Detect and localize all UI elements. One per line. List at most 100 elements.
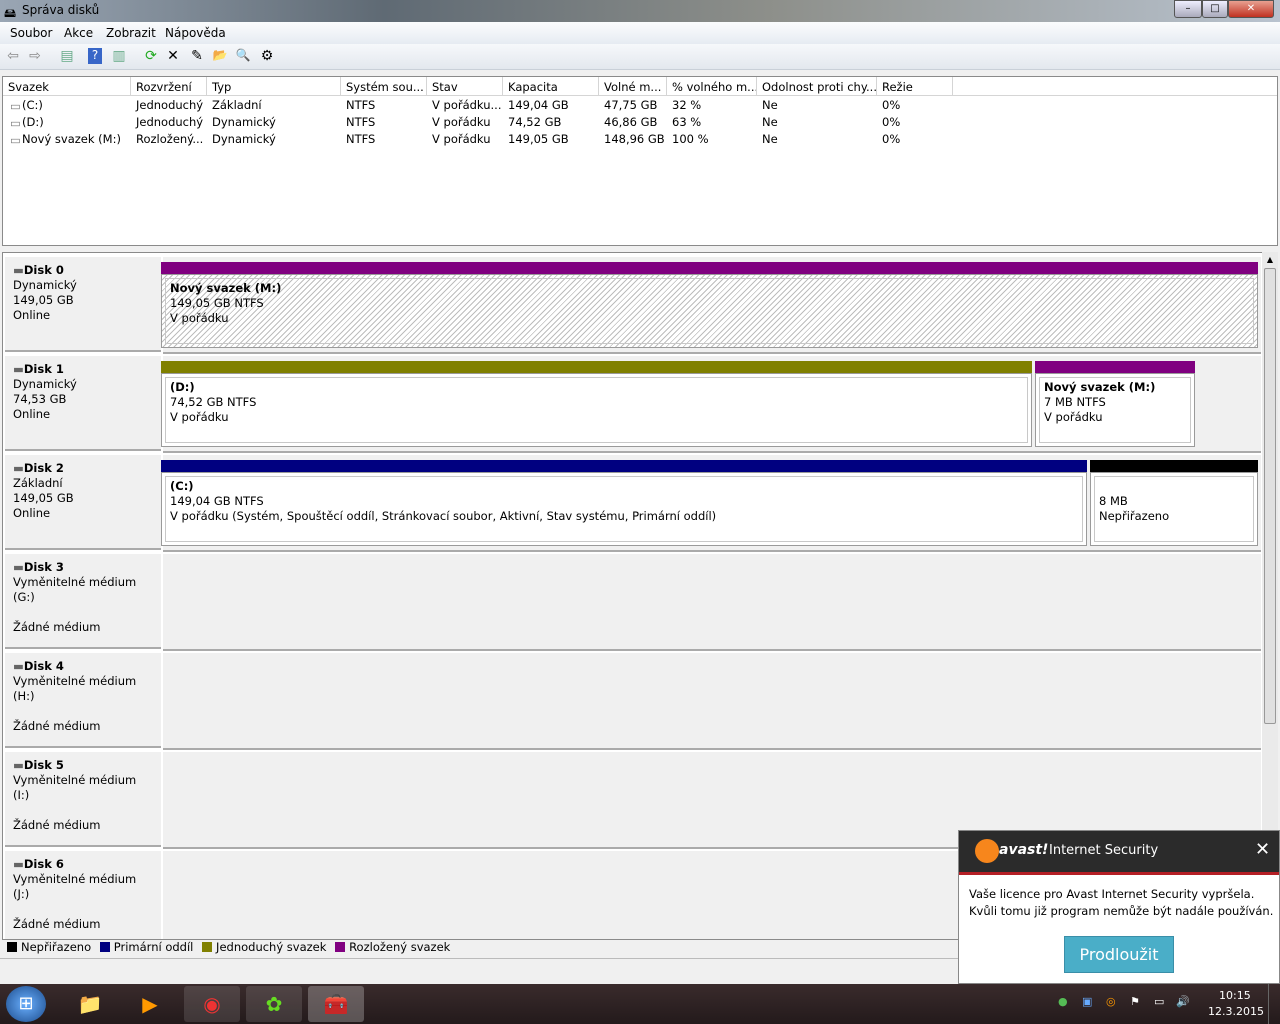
volume-cell: Základní — [212, 98, 262, 112]
column-header-stav[interactable]: Stav — [427, 77, 503, 96]
show-hide-console-tree-icon[interactable]: ▤ — [58, 48, 76, 64]
disk-label-1[interactable]: ▬Disk 1 Dynamický 74,53 GB Online — [5, 356, 161, 451]
start-button[interactable]: ⊞ — [6, 986, 46, 1022]
volume-name[interactable]: (C:) — [17, 98, 43, 112]
open-folder-icon[interactable]: 📂 — [211, 48, 229, 62]
column-header-odolnost[interactable]: Odolnost proti chy... — [757, 77, 877, 96]
refresh-icon[interactable]: ⟳ — [142, 48, 160, 64]
taskbar-chrome[interactable]: ◉ — [184, 986, 240, 1022]
taskbar-explorer[interactable]: 📁 — [62, 986, 118, 1022]
menu-soubor[interactable]: Soubor — [10, 26, 52, 40]
properties-icon[interactable]: ✎ — [188, 48, 206, 64]
volume-cell: 0% — [882, 115, 901, 129]
legend-label: Rozložený svazek — [349, 940, 451, 954]
column-header-procento-volneho[interactable]: % volného m... — [667, 77, 757, 96]
maximize-button[interactable]: □ — [1202, 0, 1228, 18]
disk-label-5[interactable]: ▬Disk 5 Vyměnitelné médium (I:) Žádné mé… — [5, 752, 161, 847]
partition-d2c[interactable]: (C:) 149,04 GB NTFS V pořádku (Systém, S… — [161, 472, 1087, 546]
disk-type: Dynamický — [13, 278, 77, 292]
disk-type: Vyměnitelné médium (H:) — [13, 674, 137, 703]
partition-title: Nový svazek (M:) — [1044, 380, 1156, 394]
volume-name[interactable]: Nový svazek (M:) — [17, 132, 121, 146]
taskbar-disk-management[interactable]: 🧰 — [308, 986, 364, 1022]
clock-date[interactable]: 12.3.2015 — [1208, 1005, 1264, 1018]
volume-cell: Dynamický — [212, 115, 276, 129]
show-desktop-button[interactable] — [1268, 984, 1280, 1024]
minimize-button[interactable]: – — [1174, 0, 1202, 18]
avast-brand: avast! — [999, 842, 1049, 858]
scroll-up-icon[interactable]: ▲ — [1262, 252, 1278, 268]
disk-label-0[interactable]: ▬Disk 0 Dynamický 149,05 GB Online — [5, 257, 161, 352]
disk-name: Disk 4 — [23, 659, 64, 673]
partition-bar — [161, 361, 1032, 373]
show-action-pane-icon[interactable]: ▥ — [110, 48, 128, 64]
taskbar-media-player[interactable]: ▶ — [122, 986, 178, 1022]
disk-name: Disk 0 — [23, 263, 64, 277]
volume-cell: 47,75 GB — [604, 98, 658, 112]
toolbar: ⇦ ⇨ ▤ ? ▥ ⟳ ✕ ✎ 📂 🔍 ⚙ — [0, 44, 1280, 70]
volume-cell: 63 % — [672, 115, 702, 129]
disk-type: Dynamický — [13, 377, 77, 391]
close-button[interactable]: ✕ — [1228, 0, 1274, 18]
column-header-svazek[interactable]: Svazek — [3, 77, 131, 96]
taskbar-icq[interactable]: ✿ — [246, 986, 302, 1022]
disk-label-4[interactable]: ▬Disk 4 Vyměnitelné médium (H:) Žádné mé… — [5, 653, 161, 748]
tray-green-icon[interactable]: ● — [1058, 995, 1068, 1008]
avast-logo-icon — [975, 839, 999, 863]
partition-bar — [161, 262, 1258, 274]
volume-cell: 149,04 GB — [508, 98, 569, 112]
scroll-thumb[interactable] — [1264, 268, 1276, 724]
forward-icon[interactable]: ⇨ — [26, 48, 44, 64]
volume-cell: Ne — [762, 98, 778, 112]
volume-cell: Jednoduchý — [136, 115, 204, 129]
clock-time[interactable]: 10:15 — [1219, 989, 1251, 1002]
menu-akce[interactable]: Akce — [64, 26, 93, 40]
disk-name: Disk 5 — [23, 758, 64, 772]
disk-status: Online — [13, 308, 51, 322]
disk-name: Disk 2 — [23, 461, 64, 475]
disk-status: Žádné médium — [13, 917, 101, 931]
legend-swatch-unallocated — [7, 942, 17, 952]
disk-label-3[interactable]: ▬Disk 3 Vyměnitelné médium (G:) Žádné mé… — [5, 554, 161, 649]
back-icon[interactable]: ⇦ — [4, 48, 22, 64]
partition-status: V pořádku (Systém, Spouštěcí oddíl, Strá… — [170, 509, 717, 523]
menu-zobrazit[interactable]: Zobrazit — [106, 26, 156, 40]
tray-network-icon[interactable]: ▭ — [1154, 995, 1164, 1008]
renew-button[interactable]: Prodloužit — [1064, 936, 1174, 973]
column-header-volne-misto[interactable]: Volné m... — [599, 77, 667, 96]
disk-type: Vyměnitelné médium (J:) — [13, 872, 137, 901]
legend-label: Primární oddíl — [113, 940, 194, 954]
column-header-rezie[interactable]: Režie — [877, 77, 953, 96]
column-header-system-souboru[interactable]: Systém sou... — [341, 77, 427, 96]
volume-cell: 149,05 GB — [508, 132, 569, 146]
settings-icon[interactable]: ⚙ — [258, 48, 276, 64]
disk-icon: ▬ — [13, 758, 24, 772]
tray-volume-icon[interactable]: 🔊 — [1176, 995, 1190, 1008]
menu-napoveda[interactable]: Nápověda — [165, 26, 226, 40]
avast-header: avast! Internet Security ✕ — [959, 831, 1279, 875]
explore-icon[interactable]: 🔍 — [234, 48, 252, 62]
tray-avast-icon[interactable]: ◎ — [1106, 995, 1116, 1008]
legend-label: Nepřiřazeno — [21, 940, 92, 954]
disk-label-6[interactable]: ▬Disk 6 Vyměnitelné médium (J:) Žádné mé… — [5, 851, 161, 939]
partition-d2u[interactable]: 8 MB Nepřiřazeno — [1090, 472, 1258, 546]
avast-message-line2: Kvůli tomu již program nemůže být nadále… — [969, 904, 1274, 918]
legend-swatch-simple — [202, 942, 213, 952]
partition-d0m[interactable]: Nový svazek (M:) 149,05 GB NTFS V pořádk… — [161, 274, 1258, 348]
partition-d1d[interactable]: (D:) 74,52 GB NTFS V pořádku — [161, 373, 1032, 447]
delete-icon[interactable]: ✕ — [164, 48, 182, 64]
column-header-typ[interactable]: Typ — [207, 77, 341, 96]
title-bar: 🖴 Správa disků – □ ✕ — [0, 0, 1280, 22]
column-header-rozvrzeni[interactable]: Rozvržení — [131, 77, 207, 96]
tray-flag-icon[interactable]: ⚑ — [1130, 995, 1140, 1008]
close-icon[interactable]: ✕ — [1255, 839, 1270, 860]
disk-label-2[interactable]: ▬Disk 2 Základní 149,05 GB Online — [5, 455, 161, 550]
partition-d1m[interactable]: Nový svazek (M:) 7 MB NTFS V pořádku — [1035, 373, 1195, 447]
tray-update-icon[interactable]: ▣ — [1082, 995, 1092, 1008]
volume-list: Svazek Rozvržení Typ Systém sou... Stav … — [2, 76, 1278, 246]
column-header-kapacita[interactable]: Kapacita — [503, 77, 599, 96]
disk-icon: ▬ — [13, 560, 24, 574]
help-icon[interactable]: ? — [88, 48, 102, 64]
disk-status: Online — [13, 506, 51, 520]
volume-name[interactable]: (D:) — [17, 115, 44, 129]
